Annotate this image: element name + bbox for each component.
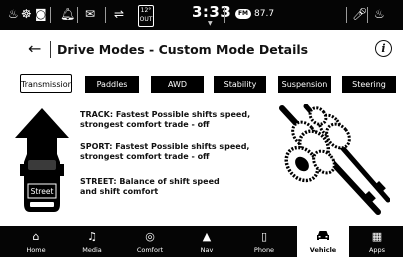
- car-mirror: [20, 164, 24, 176]
- climate-icon: ◎: [145, 230, 155, 243]
- phone-icon: ▯: [260, 230, 268, 243]
- nav-label: Media: [82, 246, 102, 254]
- music-note-icon: ♫: [87, 230, 97, 243]
- car-icon: [297, 230, 349, 244]
- page-title: Drive Modes - Custom Mode Details: [57, 42, 309, 57]
- tab-label: Steering: [352, 80, 386, 89]
- nav-label: Nav: [200, 246, 214, 254]
- notification-bell-icon[interactable]: 🔔︎: [60, 7, 75, 21]
- seat-heat-icon[interactable]: ♨: [8, 7, 19, 21]
- camera-icon[interactable]: ◙: [35, 7, 47, 21]
- track-description: TRACK: Fastest Possible shifts speed, st…: [80, 110, 250, 129]
- back-arrow-icon[interactable]: ←: [28, 41, 41, 57]
- nav-label: Comfort: [136, 246, 164, 254]
- description-line: strongest comfort trade - off: [80, 151, 210, 161]
- description-line: STREET: Balance of shift speed: [80, 177, 220, 186]
- divider: [105, 7, 106, 23]
- title-divider: [50, 41, 51, 58]
- transmission-gears-graphic: [279, 104, 390, 215]
- nav-label: Apps: [368, 246, 386, 254]
- tab-transmission[interactable]: Transmission: [20, 74, 73, 93]
- car-rear-light: [30, 202, 54, 207]
- tab-label: Suspension: [281, 80, 328, 89]
- wheel-heat-icon[interactable]: ♨: [374, 7, 385, 21]
- car-mirror: [60, 164, 64, 176]
- description-line: strongest comfort trade - off: [80, 119, 210, 129]
- status-bar: ♨ ☸ ◙ 🔔︎ ✉ ⇌ 12° OUT 3:33 ▼ FM 87.7 🎤︎ ♨: [0, 0, 403, 30]
- radio-frequency[interactable]: 87.7: [254, 9, 274, 19]
- nav-label: Home: [26, 246, 46, 254]
- nav-comfort[interactable]: ◎ Comfort: [130, 226, 170, 257]
- divider: [346, 7, 347, 23]
- tab-label: Transmission: [21, 80, 73, 89]
- navigation-arrow-icon: ▲: [202, 230, 212, 243]
- radio-band-badge[interactable]: FM: [235, 9, 251, 19]
- nav-nav[interactable]: ▲ Nav: [188, 226, 226, 257]
- info-icon[interactable]: i: [375, 40, 392, 57]
- nav-label: Vehicle: [309, 246, 337, 254]
- usb-icon[interactable]: ⇌: [114, 7, 124, 21]
- outside-temperature: 12° OUT: [138, 5, 154, 27]
- nav-media[interactable]: ♫ Media: [73, 226, 111, 257]
- temperature-value: 12°: [140, 7, 152, 14]
- tab-label: AWD: [167, 80, 188, 89]
- nav-label: Phone: [253, 246, 275, 254]
- tab-stability[interactable]: Stability: [214, 76, 266, 93]
- nav-vehicle[interactable]: Vehicle: [297, 226, 349, 257]
- tab-suspension[interactable]: Suspension: [278, 76, 331, 93]
- sms-message-icon[interactable]: ✉: [85, 7, 95, 21]
- car-mode-graphic: Street: [15, 108, 69, 212]
- car-icon-shape: [317, 231, 329, 240]
- divider: [367, 7, 368, 23]
- track-mode-arrow: [15, 108, 69, 154]
- tab-label: Stability: [223, 80, 257, 89]
- tab-paddles[interactable]: Paddles: [85, 76, 139, 93]
- nav-phone[interactable]: ▯ Phone: [245, 226, 283, 257]
- street-description: STREET: Balance of shift speed and shift…: [80, 177, 220, 196]
- divider: [77, 7, 78, 23]
- description-line: and shift comfort: [80, 186, 159, 196]
- description-line: SPORT: Fastest Possible shifts speed,: [80, 142, 250, 151]
- selected-mode-label: Street: [31, 187, 54, 196]
- tab-steering[interactable]: Steering: [342, 76, 396, 93]
- divider: [224, 7, 225, 23]
- temperature-unit: OUT: [139, 16, 153, 23]
- description-line: TRACK: Fastest Possible shifts speed,: [80, 110, 251, 119]
- microphone-icon[interactable]: 🎤︎: [352, 7, 367, 21]
- car-windshield: [28, 160, 56, 170]
- chevron-down-icon[interactable]: ▼: [208, 20, 213, 27]
- sport-description: SPORT: Fastest Possible shifts speed, st…: [80, 142, 249, 161]
- divider: [50, 7, 51, 23]
- steering-heat-icon[interactable]: ☸: [21, 7, 32, 21]
- nav-apps[interactable]: ▦ Apps: [358, 226, 396, 257]
- clock[interactable]: 3:33: [192, 3, 231, 21]
- apps-grid-icon: ▦: [371, 230, 383, 243]
- nav-home[interactable]: ⌂ Home: [18, 226, 54, 257]
- home-icon: ⌂: [32, 230, 40, 243]
- tab-awd[interactable]: AWD: [151, 76, 204, 93]
- bottom-navigation: ⌂ Home ♫ Media ◎ Comfort ▲ Nav ▯ Phone V…: [0, 226, 403, 257]
- tab-label: Paddles: [96, 80, 128, 89]
